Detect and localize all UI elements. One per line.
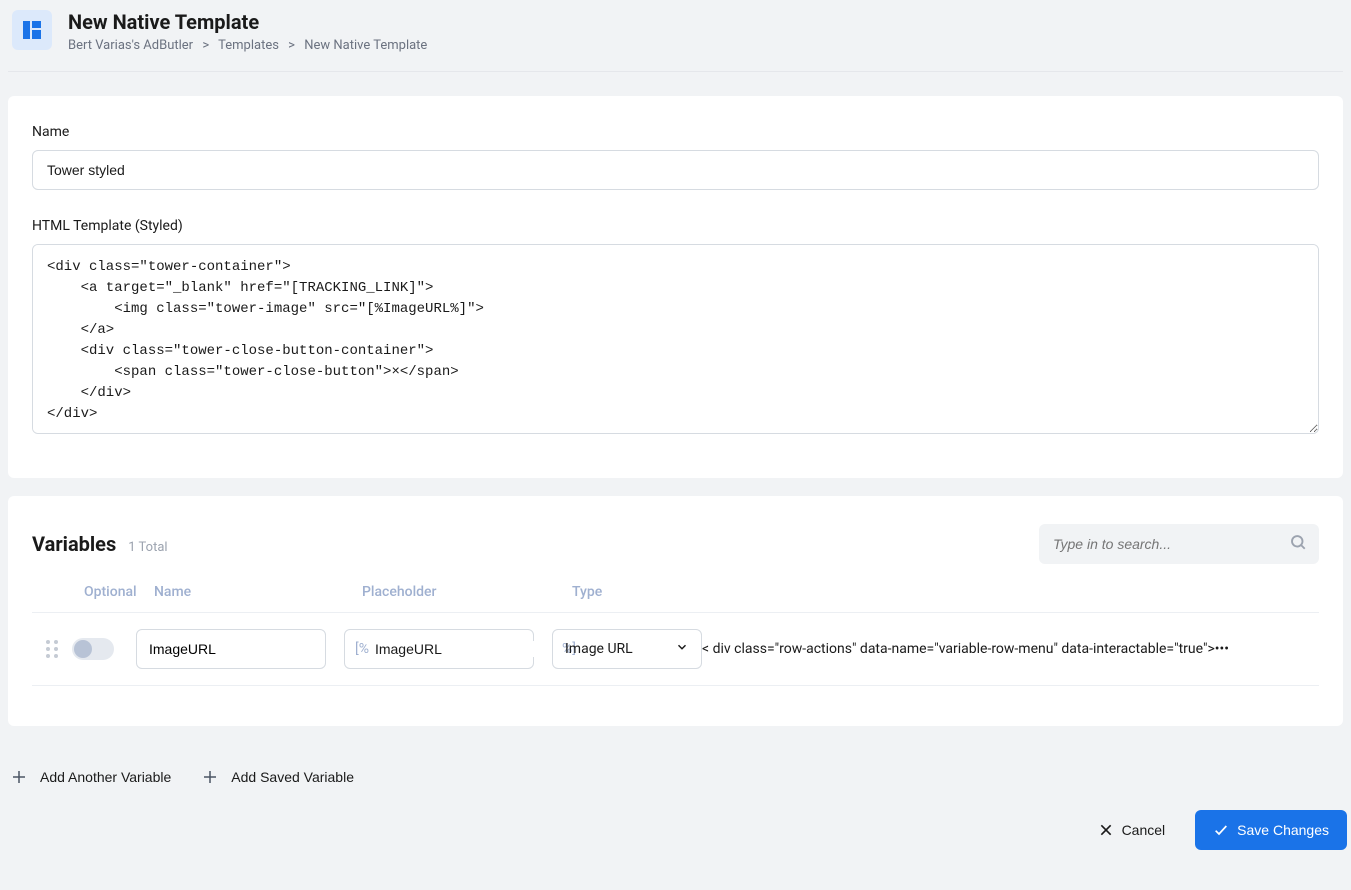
chevron-right-icon: > — [202, 38, 209, 53]
variables-search-input[interactable] — [1039, 524, 1319, 564]
optional-toggle[interactable] — [72, 638, 114, 660]
breadcrumb-current: New Native Template — [304, 38, 427, 53]
page-header: New Native Template Bert Varias's AdButl… — [8, 6, 1343, 72]
html-template-textarea[interactable]: <div class="tower-container"> <a target=… — [32, 244, 1319, 434]
column-name: Name — [154, 584, 362, 600]
cancel-label: Cancel — [1122, 822, 1166, 838]
check-icon — [1213, 822, 1229, 838]
drag-handle-icon[interactable] — [32, 639, 72, 659]
variable-row: [% %] Image URL < div class="row-actions… — [32, 612, 1319, 686]
variable-name-input[interactable] — [136, 629, 326, 669]
variables-count: 1 Total — [128, 540, 167, 555]
close-icon — [1098, 822, 1114, 838]
add-saved-variable-button[interactable]: Add Saved Variable — [199, 764, 354, 790]
save-label: Save Changes — [1237, 822, 1329, 838]
add-saved-label: Add Saved Variable — [231, 769, 354, 785]
variable-placeholder-input[interactable]: [% %] — [344, 629, 534, 669]
breadcrumb: Bert Varias's AdButler > Templates > New… — [68, 38, 427, 53]
chevron-down-icon — [675, 640, 689, 658]
placeholder-prefix: [% — [355, 641, 369, 657]
add-another-variable-button[interactable]: Add Another Variable — [8, 764, 171, 790]
variables-title: Variables — [32, 532, 116, 556]
variables-column-headers: Optional Name Placeholder Type — [32, 584, 1319, 612]
page-footer: Cancel Save Changes — [0, 810, 1351, 850]
variable-type-select[interactable]: Image URL — [552, 629, 702, 669]
page-title: New Native Template — [68, 10, 427, 34]
template-icon — [12, 10, 52, 50]
cancel-button[interactable]: Cancel — [1080, 810, 1184, 850]
add-another-label: Add Another Variable — [40, 769, 171, 785]
save-button[interactable]: Save Changes — [1195, 810, 1347, 850]
template-form-card: Name HTML Template (Styled) <div class="… — [8, 96, 1343, 478]
plus-icon — [8, 766, 30, 788]
column-optional: Optional — [84, 584, 154, 600]
name-input[interactable] — [32, 150, 1319, 190]
name-label: Name — [32, 124, 1319, 140]
chevron-right-icon: > — [288, 38, 295, 53]
variable-type-value: Image URL — [565, 641, 633, 657]
variables-card: Variables 1 Total Optional Name Placehol… — [8, 496, 1343, 726]
breadcrumb-root[interactable]: Bert Varias's AdButler — [68, 38, 193, 53]
placeholder-value-input[interactable] — [375, 641, 556, 657]
search-icon — [1289, 533, 1307, 555]
column-placeholder: Placeholder — [362, 584, 572, 600]
column-type: Type — [572, 584, 1319, 600]
plus-icon — [199, 766, 221, 788]
html-template-label: HTML Template (Styled) — [32, 218, 1319, 234]
breadcrumb-templates[interactable]: Templates — [218, 38, 279, 53]
